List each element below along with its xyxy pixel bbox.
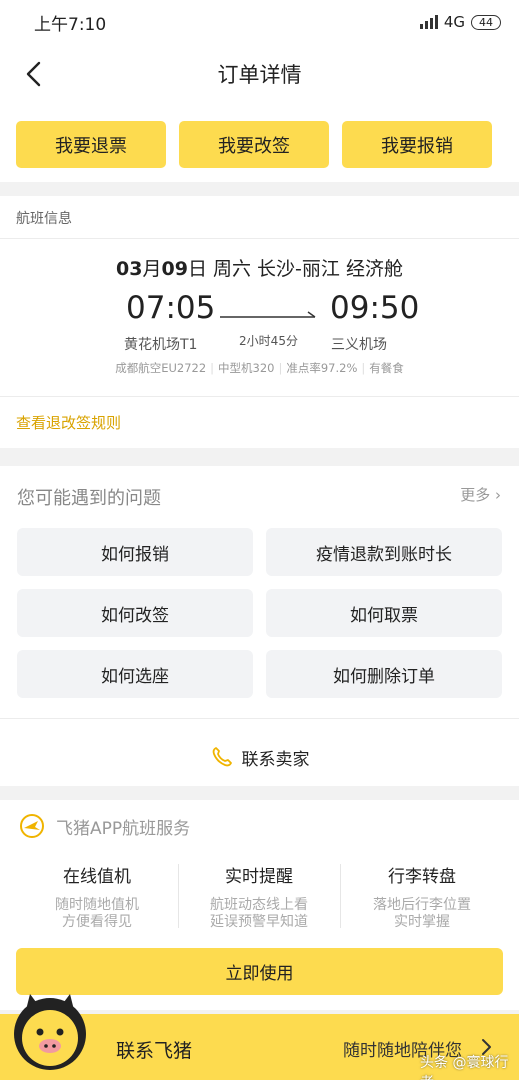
contact-fliggy-label: 联系飞猪 bbox=[116, 1040, 193, 1062]
arrive-time: 09:50 bbox=[330, 290, 420, 326]
flight-arrow-icon bbox=[220, 311, 316, 318]
services-card: 飞猪APP航班服务 在线值机 随时随地值机 方便看得见 实时提醒 航班动态线上看… bbox=[0, 800, 519, 1010]
network-type: 4G bbox=[443, 13, 465, 31]
faq-card: 您可能遇到的问题 更多 › 如何报销 疫情退款到账时长 如何改签 如何取票 如何… bbox=[0, 466, 519, 786]
service-desc: 随时随地值机 方便看得见 bbox=[22, 897, 172, 931]
watermark: 头条 @寰球行者 bbox=[420, 1055, 509, 1080]
status-icons: 4G 44 bbox=[419, 13, 501, 31]
faq-more-link[interactable]: 更多 › bbox=[460, 484, 501, 505]
nav-bar: 订单详情 bbox=[0, 44, 519, 104]
service-desc-line: 航班动态线上看 bbox=[210, 897, 308, 913]
faq-how-delete-order[interactable]: 如何删除订单 bbox=[266, 650, 502, 698]
refund-button[interactable]: 我要退票 bbox=[16, 121, 166, 168]
flight-section-label: 航班信息 bbox=[16, 211, 72, 227]
service-baggage-carousel[interactable]: 行李转盘 落地后行李位置 实时掌握 bbox=[347, 862, 497, 931]
service-desc: 航班动态线上看 延误预警早知道 bbox=[184, 897, 334, 931]
services-title: 飞猪APP航班服务 bbox=[56, 819, 191, 839]
faq-how-select-seat[interactable]: 如何选座 bbox=[17, 650, 253, 698]
contact-seller-button[interactable]: 联系卖家 bbox=[0, 728, 519, 786]
service-name: 在线值机 bbox=[63, 867, 131, 887]
flight-day-unit: 日 bbox=[187, 258, 207, 280]
service-desc-line: 实时掌握 bbox=[394, 914, 450, 930]
flight-day: 09 bbox=[161, 258, 188, 280]
flight-summary: 周六 长沙-丽江 经济舱 bbox=[213, 258, 403, 280]
chevron-right-icon: › bbox=[495, 486, 501, 504]
refund-rules-link[interactable]: 查看退改签规则 bbox=[16, 412, 121, 433]
faq-refund-time[interactable]: 疫情退款到账时长 bbox=[266, 528, 502, 576]
service-desc-line: 落地后行李位置 bbox=[373, 897, 471, 913]
divider bbox=[0, 238, 519, 239]
page-title: 订单详情 bbox=[217, 63, 302, 87]
on-time-rate: 准点率97.2% bbox=[286, 361, 358, 375]
change-ticket-button[interactable]: 我要改签 bbox=[179, 121, 329, 168]
faq-title: 您可能遇到的问题 bbox=[17, 488, 161, 509]
reimburse-button[interactable]: 我要报销 bbox=[342, 121, 492, 168]
contact-seller-label: 联系卖家 bbox=[241, 749, 310, 770]
flight-duration: 2小时45分 bbox=[239, 334, 298, 348]
divider bbox=[340, 864, 341, 928]
service-desc-line: 延误预警早知道 bbox=[210, 914, 308, 930]
faq-how-reimburse[interactable]: 如何报销 bbox=[17, 528, 253, 576]
depart-airport: 黄花机场T1 bbox=[124, 337, 198, 353]
plane-logo-icon bbox=[20, 814, 44, 838]
service-desc-line: 方便看得见 bbox=[62, 914, 132, 930]
divider bbox=[0, 396, 519, 397]
flight-header: 03月09日 周六 长沙-丽江 经济舱 bbox=[0, 254, 519, 281]
faq-how-change[interactable]: 如何改签 bbox=[17, 589, 253, 637]
service-desc: 落地后行李位置 实时掌握 bbox=[347, 897, 497, 931]
service-name: 实时提醒 bbox=[225, 867, 293, 887]
status-time: 上午7:10 bbox=[34, 14, 107, 35]
flight-month: 03 bbox=[116, 258, 143, 280]
faq-how-pickup[interactable]: 如何取票 bbox=[266, 589, 502, 637]
fliggy-mascot-icon bbox=[14, 994, 86, 1070]
action-strip: 我要退票 我要改签 我要报销 bbox=[0, 104, 519, 182]
flight-info-card: 航班信息 03月09日 周六 长沙-丽江 经济舱 07:05 2小时45分 09… bbox=[0, 196, 519, 448]
battery-icon: 44 bbox=[471, 14, 501, 30]
flight-month-unit: 月 bbox=[142, 258, 162, 280]
depart-time: 07:05 bbox=[126, 290, 216, 326]
phone-icon bbox=[212, 747, 232, 767]
status-bar: 上午7:10 4G 44 bbox=[0, 0, 519, 44]
arrive-airport: 三义机场 bbox=[331, 337, 387, 353]
airline-flight-no: 成都航空EU2722 bbox=[115, 361, 207, 375]
divider bbox=[0, 718, 519, 719]
flight-meta: 成都航空EU2722 | 中型机320 | 准点率97.2% | 有餐食 bbox=[115, 361, 404, 375]
service-realtime-alert[interactable]: 实时提醒 航班动态线上看 延误预警早知道 bbox=[184, 862, 334, 931]
signal-icon bbox=[419, 15, 438, 29]
back-button[interactable] bbox=[22, 60, 48, 88]
service-name: 行李转盘 bbox=[388, 867, 456, 887]
meal-info: 有餐食 bbox=[369, 361, 404, 375]
faq-more-label: 更多 bbox=[460, 486, 491, 504]
service-desc-line: 随时随地值机 bbox=[55, 897, 139, 913]
aircraft-type: 中型机320 bbox=[218, 361, 275, 375]
divider bbox=[178, 864, 179, 928]
chevron-left-icon bbox=[26, 61, 41, 87]
service-online-checkin[interactable]: 在线值机 随时随地值机 方便看得见 bbox=[22, 862, 172, 931]
